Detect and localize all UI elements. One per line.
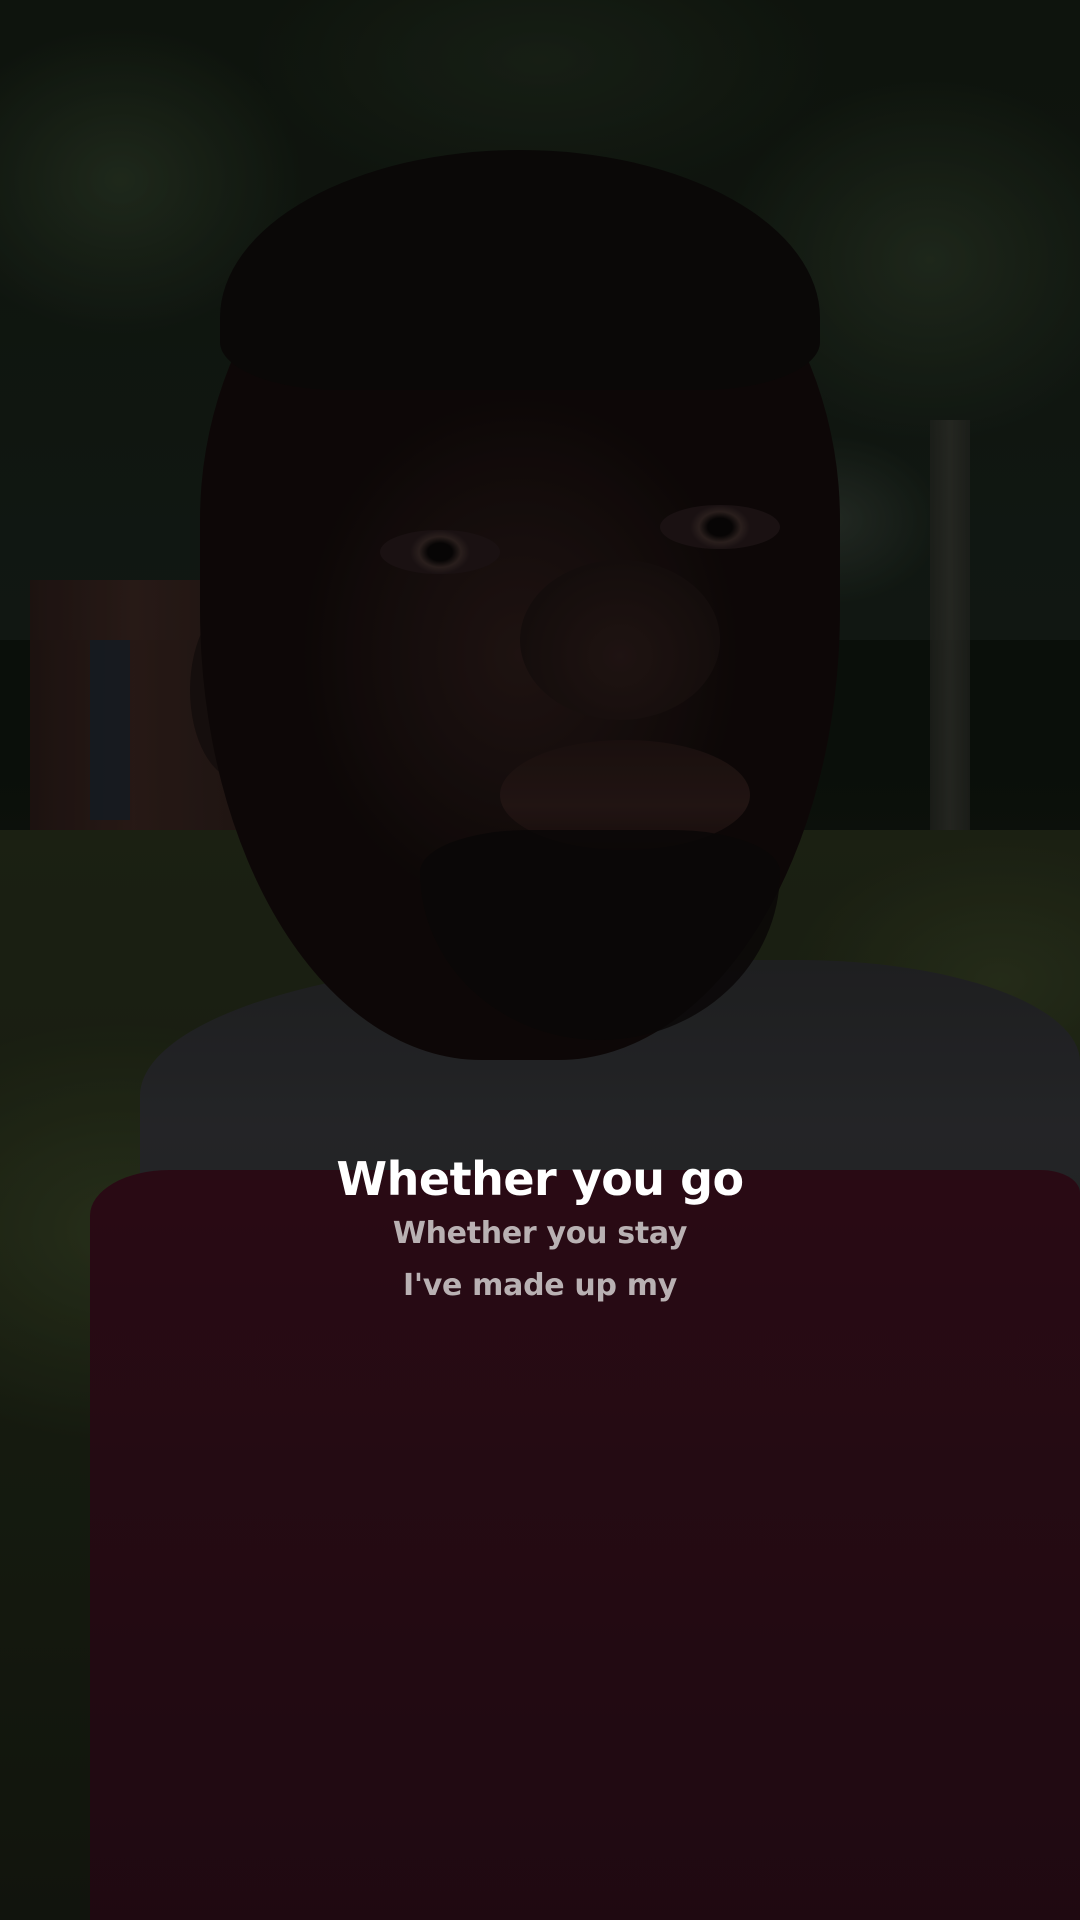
lyric-upcoming-line-1: Whether you stay (392, 1216, 688, 1251)
lyric-current-line: Whether you go (336, 1152, 744, 1206)
video-dim-overlay (0, 0, 1080, 1920)
lyrics-panel: Whether you go Whether you stay I've mad… (0, 1150, 1080, 1312)
lyric-upcoming-line-2: I've made up my (402, 1268, 678, 1303)
lyrics-video-screen[interactable]: Whether you go Whether you stay I've mad… (0, 0, 1080, 1920)
